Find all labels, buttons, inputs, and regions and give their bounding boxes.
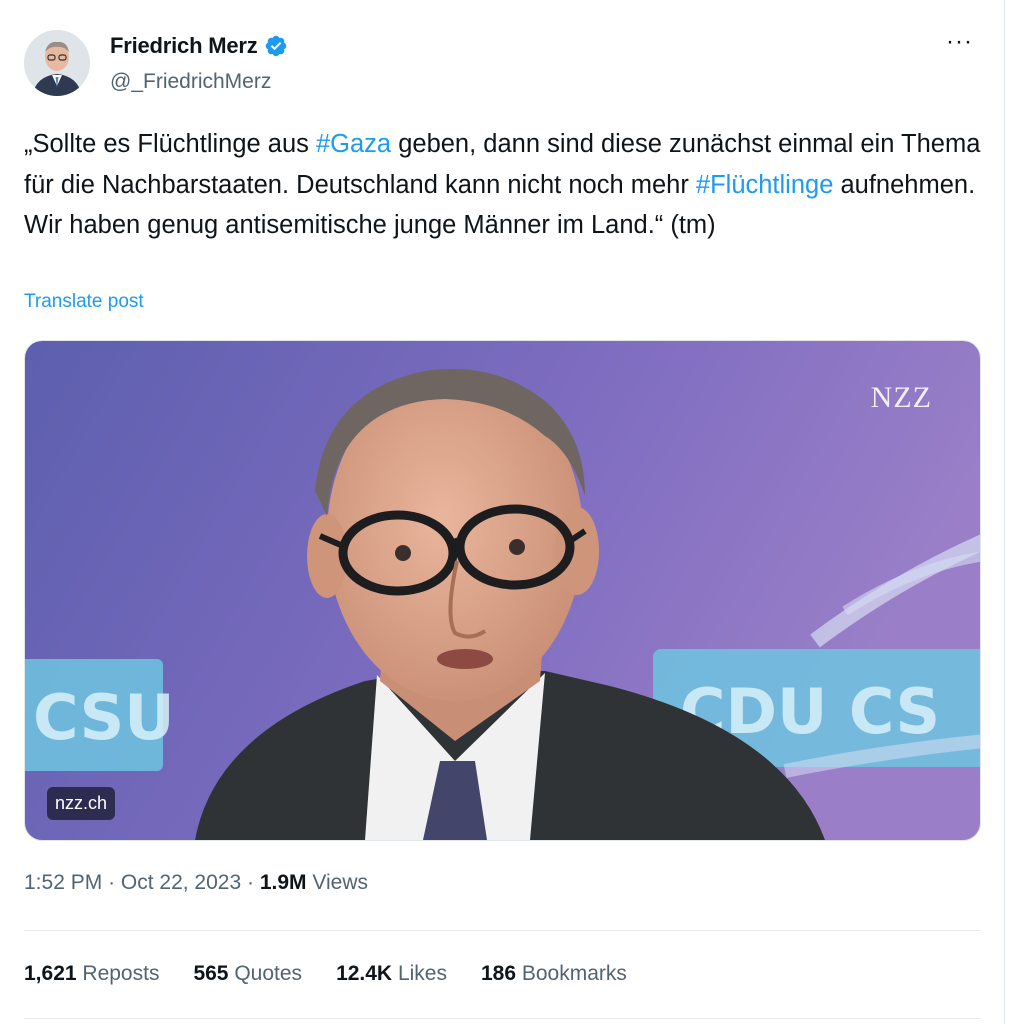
tweet-text: „Sollte es Flüchtlinge aus #Gaza geben, …: [24, 124, 984, 246]
media-image-card[interactable]: CSU CDU CS NZZ nzz.ch: [24, 340, 981, 841]
author-handle[interactable]: @_FriedrichMerz: [110, 70, 271, 94]
views-label: Views: [312, 871, 369, 894]
meta-separator: ·: [108, 871, 116, 894]
engagement-stats: 1,621 Reposts 565 Quotes 12.4K Likes 186…: [24, 962, 627, 986]
stat-reposts[interactable]: 1,621 Reposts: [24, 962, 159, 986]
stat-count: 186: [480, 962, 517, 985]
tweet-time[interactable]: 1:52 PM: [24, 871, 102, 894]
stat-label: Bookmarks: [521, 962, 627, 985]
tweet-text-segment: „Sollte es Flüchtlinge aus: [24, 130, 316, 158]
stat-likes[interactable]: 12.4K Likes: [336, 962, 447, 986]
verified-badge-icon: [265, 35, 286, 57]
stat-quotes[interactable]: 565 Quotes: [193, 962, 302, 986]
meta-separator: ·: [247, 871, 254, 894]
hashtag-fluechtlinge[interactable]: #Flüchtlinge: [696, 171, 834, 199]
panel-border: [1004, 0, 1005, 1024]
author-name[interactable]: Friedrich Merz: [110, 33, 258, 59]
tweet-date[interactable]: Oct 22, 2023: [121, 871, 241, 894]
divider: [24, 930, 980, 931]
stat-label: Reposts: [82, 962, 160, 985]
translate-post-link[interactable]: Translate post: [24, 291, 144, 313]
stat-label: Likes: [397, 962, 447, 985]
views-count: 1.9M: [259, 871, 307, 894]
stat-label: Quotes: [234, 962, 303, 985]
link-domain-badge[interactable]: nzz.ch: [47, 787, 116, 820]
stat-bookmarks[interactable]: 186 Bookmarks: [481, 962, 627, 986]
stat-count: 12.4K: [336, 962, 393, 985]
divider: [24, 1018, 980, 1019]
backdrop-csu-text: CSU: [33, 681, 175, 754]
nzz-watermark: NZZ: [870, 381, 932, 414]
avatar[interactable]: [24, 30, 90, 96]
stat-count: 565: [193, 962, 229, 985]
hashtag-gaza[interactable]: #Gaza: [316, 130, 391, 158]
more-options-icon[interactable]: ···: [946, 28, 973, 56]
tweet-meta: 1:52 PM · Oct 22, 2023 · 1.9M Views: [24, 871, 368, 895]
stat-count: 1,621: [24, 962, 77, 985]
